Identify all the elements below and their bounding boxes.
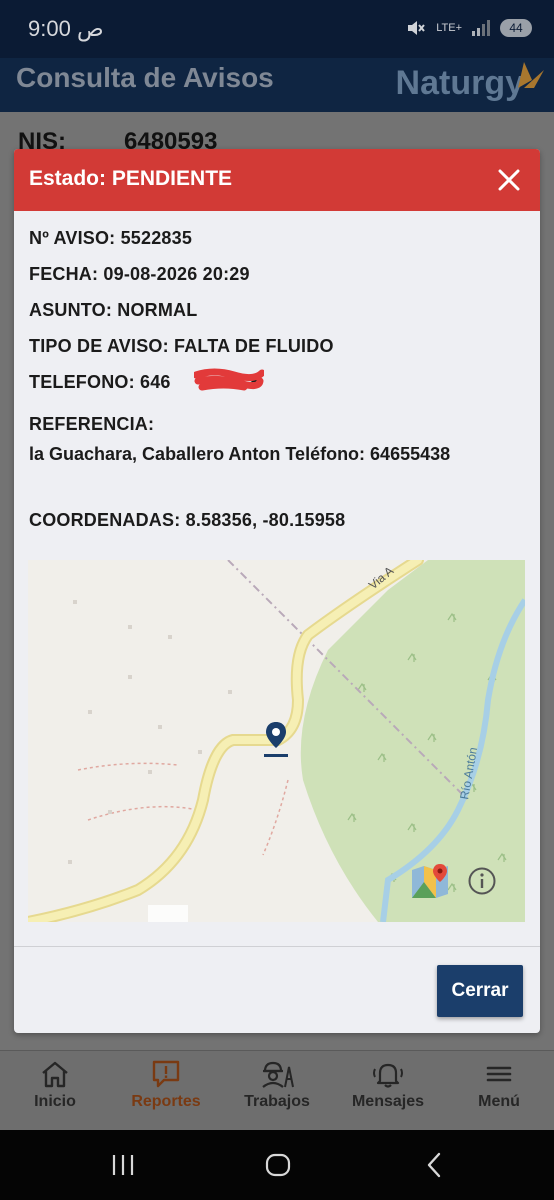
- nav-label-reportes: Reportes: [131, 1093, 201, 1110]
- home-icon: [42, 1061, 68, 1088]
- maps-app-icon[interactable]: [410, 860, 450, 900]
- menu-icon: [486, 1066, 512, 1082]
- worker-icon: [262, 1061, 294, 1088]
- nav-label-mensajes: Mensajes: [351, 1093, 425, 1110]
- status-icons: LTE+ 44: [406, 18, 532, 38]
- status-bar: 9:00 ص LTE+ 44: [0, 0, 554, 58]
- nav-item-reportes[interactable]: Reportes: [126, 1059, 206, 1111]
- mute-icon: [408, 21, 425, 35]
- aviso-number: Nº AVISO: 5522835: [29, 228, 193, 248]
- reference-label: REFERENCIA:: [29, 414, 155, 434]
- bell-icon: [373, 1063, 403, 1088]
- close-button[interactable]: Cerrar: [437, 965, 523, 1017]
- home-button-icon[interactable]: [264, 1150, 292, 1180]
- battery-indicator: 44: [500, 19, 532, 37]
- aviso-date: FECHA: 09-08-2026 20:29: [29, 264, 250, 284]
- status-time: 9:00 ص: [28, 16, 104, 41]
- report-icon: [152, 1060, 180, 1088]
- aviso-phone: TELEFONO: 646: [29, 372, 171, 392]
- reference-text: la Guachara, Caballero Anton Teléfono: 6…: [29, 444, 451, 464]
- recent-apps-icon[interactable]: [110, 1150, 136, 1180]
- page-title: Consulta de Avisos: [16, 62, 274, 93]
- aviso-subject: ASUNTO: NORMAL: [29, 300, 198, 320]
- nav-item-menu[interactable]: Menú: [474, 1059, 524, 1111]
- nav-item-inicio[interactable]: Inicio: [30, 1059, 80, 1111]
- nav-item-trabajos[interactable]: Trabajos: [240, 1059, 314, 1111]
- aviso-detail-modal: Estado: PENDIENTE Nº AVISO: 5522835 FECH…: [14, 149, 540, 1033]
- nav-label-menu: Menú: [478, 1093, 520, 1110]
- brand-logo-text: Naturgy: [395, 64, 524, 102]
- back-icon[interactable]: [422, 1150, 446, 1180]
- location-pin-icon[interactable]: [263, 720, 289, 760]
- signal-icon: [472, 20, 490, 36]
- coordinates: COORDENADAS: 8.58356, -80.15958: [29, 510, 346, 530]
- bottom-nav: Inicio Reportes Trabajos Mensajes Menú: [0, 1050, 554, 1130]
- nav-label-trabajos: Trabajos: [244, 1093, 310, 1110]
- nav-item-mensajes[interactable]: Mensajes: [348, 1059, 428, 1111]
- info-icon[interactable]: [467, 866, 497, 896]
- modal-divider: [14, 946, 540, 947]
- modal-header: Estado: PENDIENTE: [14, 149, 540, 211]
- nav-label-inicio: Inicio: [34, 1093, 76, 1110]
- app-header: Consulta de Avisos Naturgy: [0, 58, 554, 112]
- redaction-scribble: [194, 368, 264, 391]
- modal-title: Estado: PENDIENTE: [29, 167, 233, 190]
- aviso-type: TIPO DE AVISO: FALTA DE FLUIDO: [29, 336, 334, 356]
- system-nav-bar: [0, 1130, 554, 1200]
- network-type: LTE+: [436, 22, 462, 34]
- butterfly-logo-icon: [518, 62, 544, 88]
- location-map[interactable]: Río Antón Via A: [28, 560, 525, 922]
- close-icon[interactable]: [492, 163, 526, 197]
